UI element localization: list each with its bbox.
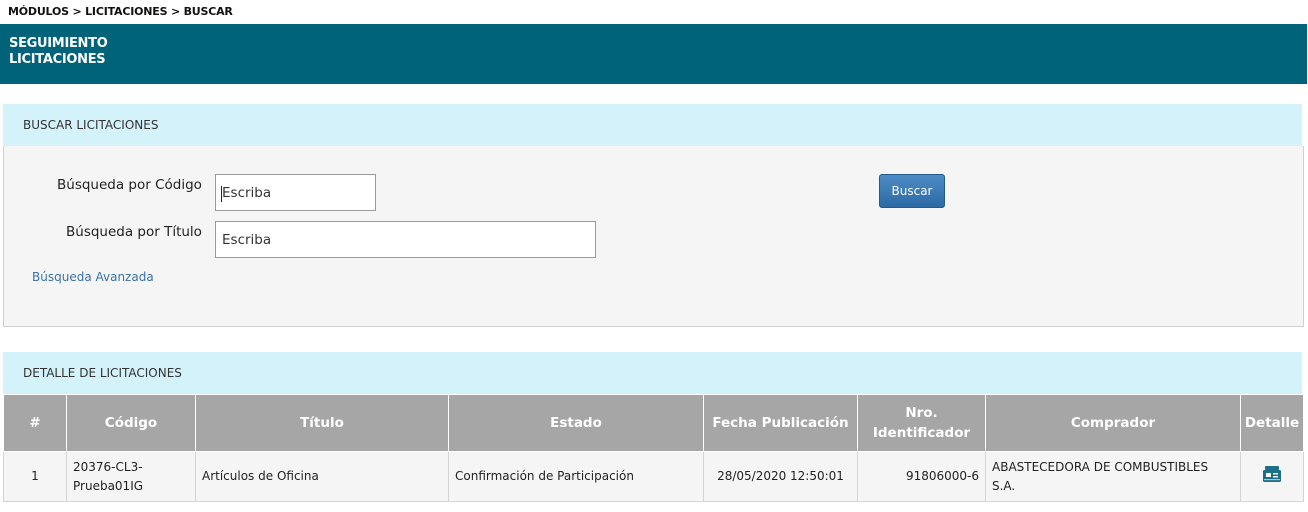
cell-num: 1 xyxy=(3,451,67,502)
cell-nro-identificador: 91806000-6 xyxy=(857,451,986,502)
results-table: # Código Título Estado Fecha Publicación… xyxy=(3,394,1304,502)
col-header-detalle: Detalle xyxy=(1240,394,1304,452)
col-header-num: # xyxy=(3,394,67,452)
col-header-comprador[interactable]: Comprador xyxy=(985,394,1241,452)
cell-titulo: Artículos de Oficina xyxy=(195,451,449,502)
titulo-search-input[interactable] xyxy=(215,221,596,258)
cell-detalle xyxy=(1240,451,1304,502)
results-panel-header: DETALLE DE LICITACIONES xyxy=(3,352,1302,394)
col-header-nro-line1: Nro. xyxy=(905,405,938,421)
module-title-line1: SEGUIMIENTO xyxy=(9,36,108,51)
cell-fecha: 28/05/2020 12:50:01 xyxy=(703,451,858,502)
buscar-button[interactable]: Buscar xyxy=(879,174,945,208)
breadcrumb: MÓDULOS > LICITACIONES > BUSCAR xyxy=(8,5,233,18)
cell-comprador: ABASTECEDORA DE COMBUSTIBLES S.A. xyxy=(985,451,1241,502)
titulo-label: Búsqueda por Título xyxy=(66,224,202,240)
table-header-row: # Código Título Estado Fecha Publicación… xyxy=(3,394,1304,452)
col-header-fecha[interactable]: Fecha Publicación xyxy=(703,394,858,452)
module-title: SEGUIMIENTO LICITACIONES xyxy=(9,36,108,68)
text-caret xyxy=(221,186,222,202)
module-header: SEGUIMIENTO LICITACIONES xyxy=(0,24,1307,84)
cell-codigo: 20376-CL3- Prueba01IG xyxy=(66,451,196,502)
codigo-label: Búsqueda por Código xyxy=(57,177,202,193)
table-row: 1 20376-CL3- Prueba01IG Artículos de Ofi… xyxy=(3,451,1304,502)
cell-codigo-line2: Prueba01IG xyxy=(73,478,144,493)
detail-folder-icon[interactable] xyxy=(1262,465,1282,489)
col-header-estado[interactable]: Estado xyxy=(448,394,704,452)
search-panel-header: BUSCAR LICITACIONES xyxy=(3,104,1302,146)
cell-codigo-line1: 20376-CL3- xyxy=(73,459,143,474)
cell-estado: Confirmación de Participación xyxy=(448,451,704,502)
advanced-search-link[interactable]: Búsqueda Avanzada xyxy=(32,270,154,284)
module-title-line2: LICITACIONES xyxy=(9,52,106,67)
col-header-codigo[interactable]: Código xyxy=(66,394,196,452)
col-header-titulo[interactable]: Título xyxy=(195,394,449,452)
col-header-nro-line2: Identificador xyxy=(872,425,971,441)
codigo-search-input[interactable] xyxy=(215,174,376,211)
col-header-nro[interactable]: Nro. Identificador xyxy=(857,394,986,452)
